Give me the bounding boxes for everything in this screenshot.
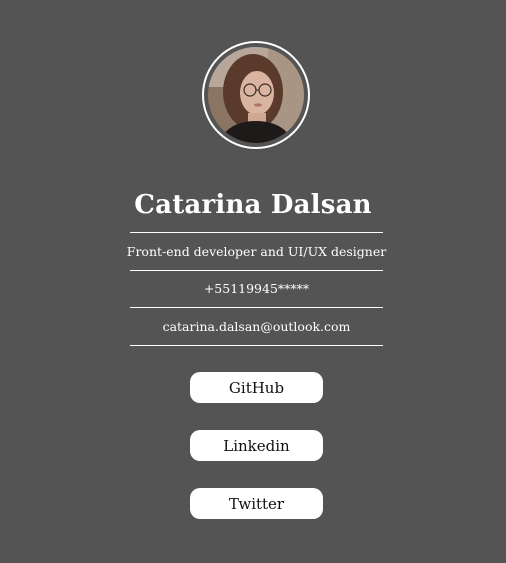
contact-info: Front-end developer and UI/UX designer +… [126, 232, 387, 346]
profile-role: Front-end developer and UI/UX designer [126, 243, 387, 259]
profile-phone: +55119945***** [203, 281, 310, 297]
divider [130, 344, 383, 346]
profile-name: Catarina Dalsan [134, 190, 372, 220]
profile-email: catarina.dalsan@outlook.com [162, 318, 351, 334]
avatar [208, 47, 304, 143]
twitter-button[interactable]: Twitter [190, 488, 323, 519]
github-button[interactable]: GitHub [190, 372, 323, 403]
avatar-frame [202, 41, 310, 149]
linkedin-button[interactable]: Linkedin [190, 430, 323, 461]
profile-card: Catarina Dalsan Front-end developer and … [0, 0, 506, 563]
